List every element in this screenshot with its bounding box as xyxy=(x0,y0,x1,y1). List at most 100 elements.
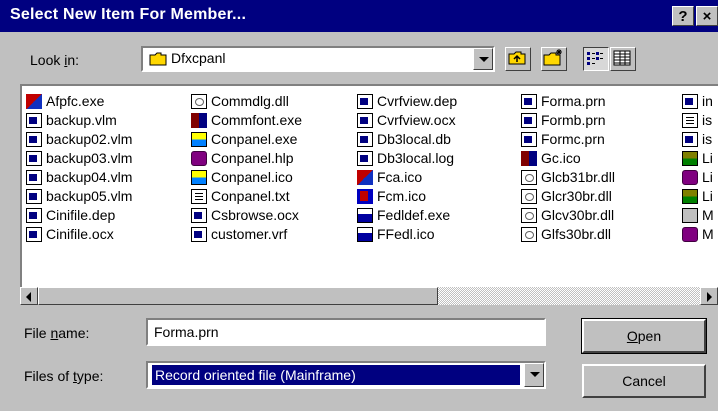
scroll-left-button[interactable] xyxy=(20,287,38,305)
file-item[interactable]: Fcm.ico xyxy=(357,187,457,206)
file-column-3: Cvrfview.dep Cvrfview.ocx Db3local.db Db3lo… xyxy=(357,92,457,244)
file-item-name: Fca.ico xyxy=(377,169,423,185)
file-item[interactable]: Cinifile.ocx xyxy=(26,225,132,244)
file-item[interactable]: in xyxy=(682,92,714,111)
hlp-file-icon xyxy=(191,151,207,166)
file-item-name: is xyxy=(702,131,713,147)
details-view-icon xyxy=(613,50,631,66)
file-item[interactable]: backup.vlm xyxy=(26,111,132,130)
doc-file-icon xyxy=(191,208,207,223)
file-item-name: backup04.vlm xyxy=(46,169,133,185)
file-item[interactable]: backup03.vlm xyxy=(26,149,132,168)
new-folder-icon xyxy=(543,49,562,66)
fed-file-icon xyxy=(357,208,373,223)
exe-file-icon xyxy=(357,170,373,185)
file-item[interactable]: Glcb31br.dll xyxy=(521,168,615,187)
file-item[interactable]: FFedl.ico xyxy=(357,225,457,244)
file-item[interactable]: Glcr30br.dll xyxy=(521,187,615,206)
file-item-name: Cinifile.ocx xyxy=(46,226,114,242)
list-view-button[interactable] xyxy=(583,47,609,71)
dll-file-icon xyxy=(191,94,207,109)
up-folder-icon xyxy=(508,51,526,65)
file-name-label: File name: xyxy=(24,325,90,341)
look-in-dropdown[interactable]: Dfxcpanl xyxy=(141,46,495,72)
file-column-4: Forma.prn Formb.prn Formc.prn Gc.ico Glcb31b… xyxy=(521,92,615,244)
file-item-name: Conpanel.ico xyxy=(211,169,293,185)
file-item-name: Li xyxy=(702,188,713,204)
doc-file-icon xyxy=(357,94,373,109)
scroll-track[interactable] xyxy=(438,287,700,305)
file-item-name: customer.vrf xyxy=(211,226,288,242)
horizontal-scrollbar[interactable] xyxy=(20,287,718,305)
file-item[interactable]: Csbrowse.ocx xyxy=(191,206,302,225)
file-item[interactable]: Commfont.exe xyxy=(191,111,302,130)
file-item[interactable]: Glfs30br.dll xyxy=(521,225,615,244)
file-item-name: Cinifile.dep xyxy=(46,207,116,223)
file-item[interactable]: Li xyxy=(682,187,714,206)
file-item[interactable]: Conpanel.ico xyxy=(191,168,302,187)
file-item[interactable]: Forma.prn xyxy=(521,92,615,111)
up-folder-button[interactable] xyxy=(505,47,531,71)
doc-file-icon xyxy=(191,227,207,242)
file-item[interactable]: backup02.vlm xyxy=(26,130,132,149)
file-item[interactable]: backup04.vlm xyxy=(26,168,132,187)
file-item[interactable]: Glcv30br.dll xyxy=(521,206,615,225)
help-button[interactable]: ? xyxy=(672,6,694,26)
file-type-dropdown-button[interactable] xyxy=(524,363,544,387)
exe-file-icon xyxy=(26,94,42,109)
file-item-name: M xyxy=(702,226,714,242)
doc-file-icon xyxy=(682,94,698,109)
file-item[interactable]: Li xyxy=(682,149,714,168)
file-list[interactable]: Afpfc.exe backup.vlm backup02.vlm backup03.… xyxy=(20,84,718,305)
file-item-name: Csbrowse.ocx xyxy=(211,207,299,223)
file-item[interactable]: Cvrfview.ocx xyxy=(357,111,457,130)
new-folder-button[interactable] xyxy=(541,47,567,71)
file-item[interactable]: Formc.prn xyxy=(521,130,615,149)
doc-file-icon xyxy=(357,132,373,147)
file-item[interactable]: Afpfc.exe xyxy=(26,92,132,111)
file-name-input[interactable]: Forma.prn xyxy=(146,318,546,346)
doc-file-icon xyxy=(26,132,42,147)
hlp-file-icon xyxy=(682,170,698,185)
file-item[interactable]: Cinifile.dep xyxy=(26,206,132,225)
file-item-name: Fcm.ico xyxy=(377,188,426,204)
doc-file-icon xyxy=(26,208,42,223)
file-item[interactable]: M xyxy=(682,225,714,244)
file-item[interactable]: customer.vrf xyxy=(191,225,302,244)
look-in-dropdown-button[interactable] xyxy=(473,48,493,70)
file-type-label: Files of type: xyxy=(24,368,104,384)
file-item[interactable]: Fedldef.exe xyxy=(357,206,457,225)
file-item[interactable]: Conpanel.hlp xyxy=(191,149,302,168)
close-button[interactable]: × xyxy=(696,6,718,26)
file-item-name: in xyxy=(702,93,713,109)
file-item[interactable]: Cvrfview.dep xyxy=(357,92,457,111)
file-item-name: Afpfc.exe xyxy=(46,93,105,109)
file-item[interactable]: is xyxy=(682,111,714,130)
ico-file-icon xyxy=(191,132,207,147)
file-item[interactable]: Conpanel.exe xyxy=(191,130,302,149)
file-item[interactable]: Formb.prn xyxy=(521,111,615,130)
gen-file-icon xyxy=(682,208,698,223)
scroll-thumb[interactable] xyxy=(38,287,438,305)
file-item[interactable]: backup05.vlm xyxy=(26,187,132,206)
file-type-dropdown[interactable]: Record oriented file (Mainframe) xyxy=(146,361,546,389)
open-button[interactable]: Open xyxy=(581,318,707,354)
details-view-button[interactable] xyxy=(610,47,636,71)
file-item[interactable]: Fca.ico xyxy=(357,168,457,187)
file-item[interactable]: Commdlg.dll xyxy=(191,92,302,111)
doc-file-icon xyxy=(521,94,537,109)
file-item[interactable]: is xyxy=(682,130,714,149)
file-item-name: Gc.ico xyxy=(541,150,581,166)
file-item[interactable]: Li xyxy=(682,168,714,187)
file-item[interactable]: Db3local.log xyxy=(357,149,457,168)
file-item[interactable]: M xyxy=(682,206,714,225)
file-item[interactable]: Gc.ico xyxy=(521,149,615,168)
cancel-button[interactable]: Cancel xyxy=(582,364,706,398)
file-item[interactable]: Conpanel.txt xyxy=(191,187,302,206)
chevron-down-icon xyxy=(530,372,540,377)
fed-file-icon xyxy=(357,227,373,242)
scroll-right-button[interactable] xyxy=(700,287,718,305)
file-item[interactable]: Db3local.db xyxy=(357,130,457,149)
arrow-right-icon xyxy=(707,292,712,302)
zip-file-icon xyxy=(682,151,698,166)
